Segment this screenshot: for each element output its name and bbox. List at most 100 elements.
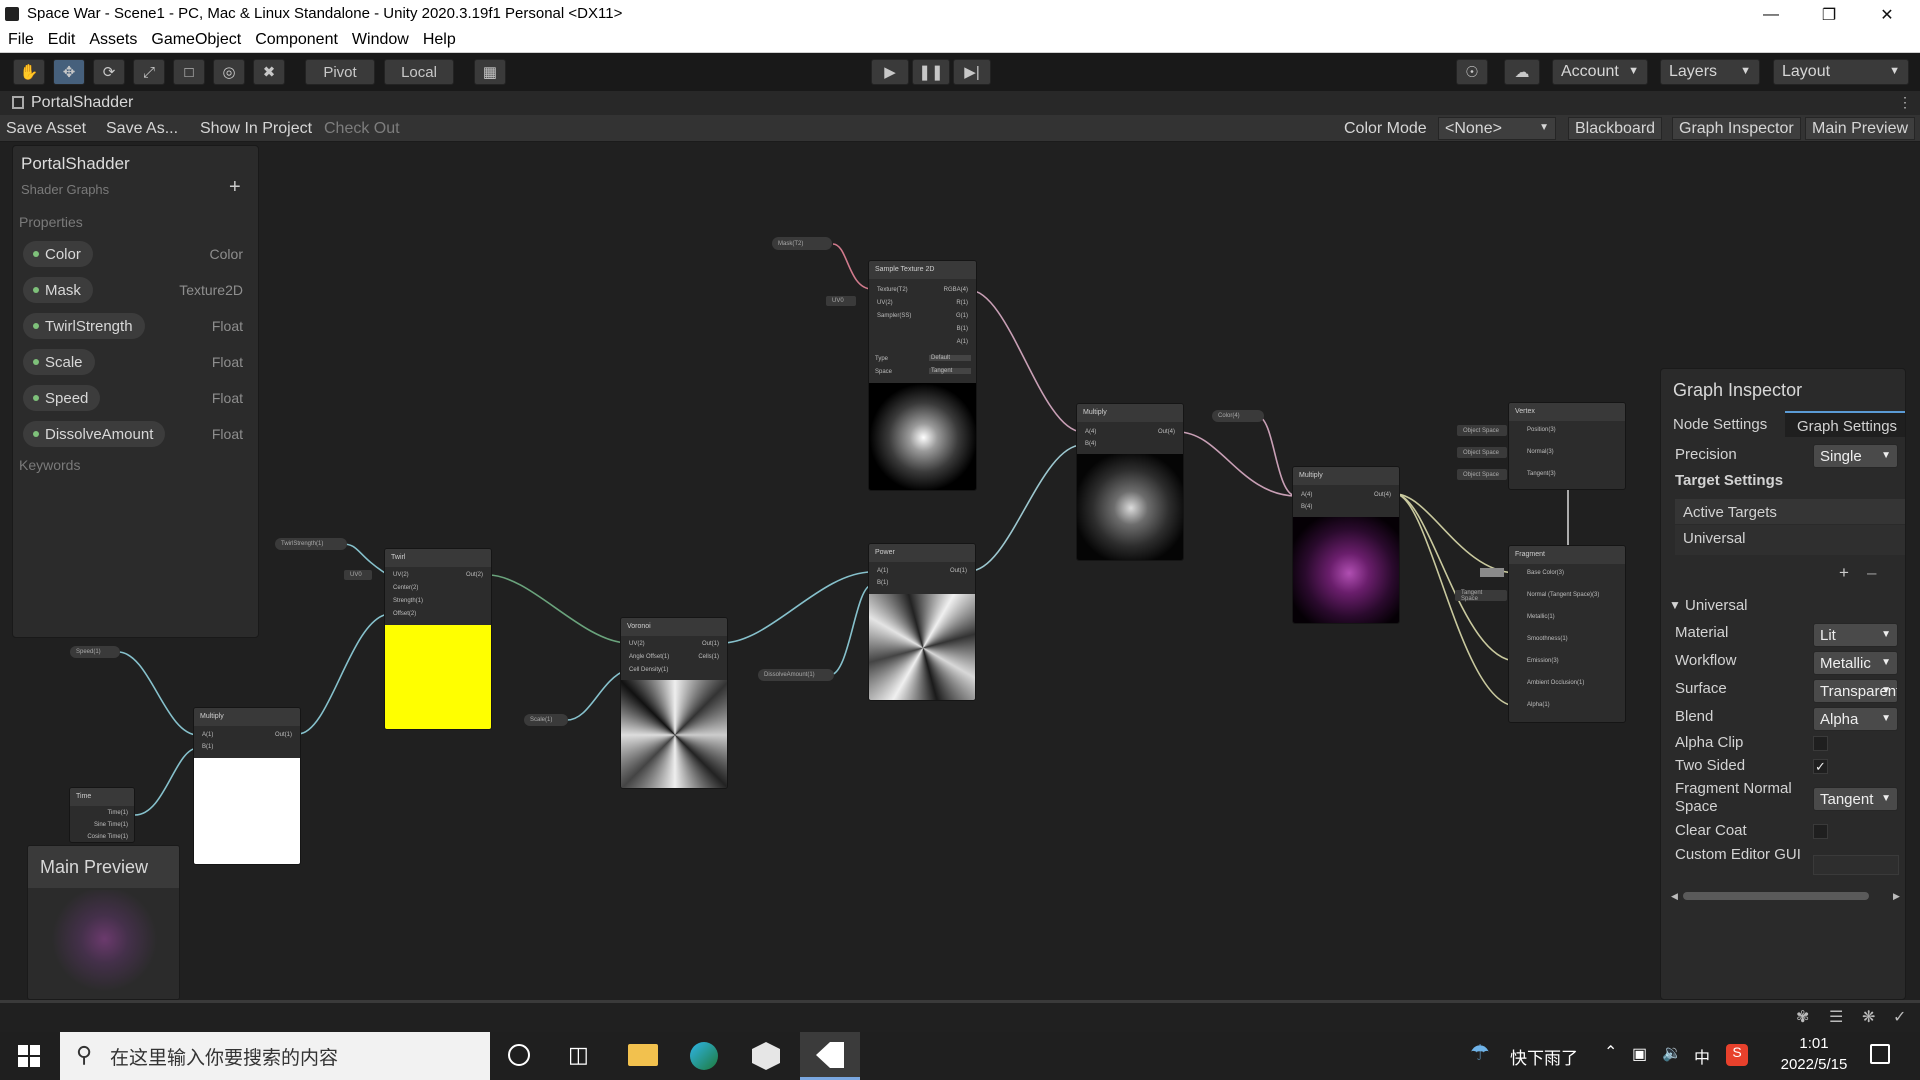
port-sine-time[interactable]: Sine Time(1) xyxy=(94,822,128,828)
time-node[interactable]: Time Time(1) Sine Time(1) Cosine Time(1) xyxy=(69,787,135,843)
port-alpha[interactable]: Alpha(1) xyxy=(1527,702,1550,708)
clear-coat-checkbox[interactable] xyxy=(1813,824,1828,839)
port-b[interactable]: B(1) xyxy=(202,744,213,750)
port-center[interactable]: Center(2) xyxy=(393,585,418,591)
volume-icon[interactable]: 🔉 xyxy=(1662,1043,1682,1063)
port-emission[interactable]: Emission(3) xyxy=(1527,658,1559,664)
notification-center-icon[interactable] xyxy=(1870,1044,1890,1064)
tab-graph-settings[interactable]: Graph Settings xyxy=(1785,411,1905,437)
multiply-node-c[interactable]: Multiply A(1) B(1) Out(1) xyxy=(193,707,301,865)
material-dropdown[interactable]: Lit ▼ xyxy=(1813,623,1898,647)
workflow-dropdown[interactable]: Metallic ▼ xyxy=(1813,651,1898,675)
port-texture[interactable]: Texture(T2) xyxy=(877,287,908,293)
edge-browser-icon[interactable] xyxy=(690,1042,718,1070)
port-b[interactable]: B(1) xyxy=(957,326,968,332)
port-cosine-time[interactable]: Cosine Time(1) xyxy=(87,834,128,840)
port-offset[interactable]: Offset(2) xyxy=(393,611,416,617)
clock-time[interactable]: 1:01 xyxy=(1784,1035,1844,1052)
task-view-icon[interactable]: ◫ xyxy=(568,1042,589,1068)
sogou-input-icon[interactable]: S xyxy=(1726,1044,1748,1066)
space-dropdown[interactable]: Tangent xyxy=(929,368,971,374)
main-preview-panel[interactable]: Main Preview xyxy=(27,845,180,1000)
port-g[interactable]: G(1) xyxy=(956,313,968,319)
property-dissolveamount[interactable]: DissolveAmount xyxy=(23,421,166,447)
network-icon[interactable]: ❋ xyxy=(1862,1007,1875,1027)
two-sided-checkbox[interactable]: ✓ xyxy=(1813,759,1828,774)
uv0-input[interactable]: UV0 xyxy=(826,296,856,306)
port-cell-density[interactable]: Cell Density(1) xyxy=(629,667,668,673)
port-b[interactable]: B(4) xyxy=(1085,441,1096,447)
port-r[interactable]: R(1) xyxy=(956,300,968,306)
port-cells[interactable]: Cells(1) xyxy=(698,654,719,660)
port-angle-offset[interactable]: Angle Offset(1) xyxy=(629,654,669,660)
sample-texture-2d-node[interactable]: Sample Texture 2D Texture(T2) UV(2) Samp… xyxy=(868,260,977,491)
port-a[interactable]: A(1) xyxy=(957,339,968,345)
port-a[interactable]: A(4) xyxy=(1301,492,1312,498)
file-explorer-icon[interactable] xyxy=(628,1044,658,1066)
fragment-block[interactable]: Fragment Base Color(3) Normal (Tangent S… xyxy=(1508,545,1626,723)
port-position[interactable]: Position(3) xyxy=(1527,427,1556,433)
voronoi-node[interactable]: Voronoi UV(2) Angle Offset(1) Cell Densi… xyxy=(620,617,728,789)
fragment-normal-space-dropdown[interactable]: Tangent ▼ xyxy=(1813,787,1898,811)
port-out[interactable]: Out(1) xyxy=(702,641,719,647)
active-target-universal[interactable]: Universal xyxy=(1675,525,1905,555)
port-a[interactable]: A(1) xyxy=(202,732,213,738)
tangent-space-field[interactable]: Tangent Space xyxy=(1455,590,1507,602)
add-target-button[interactable]: + xyxy=(1839,563,1849,583)
port-strength[interactable]: Strength(1) xyxy=(393,598,423,604)
port-a[interactable]: A(1) xyxy=(877,568,888,574)
surface-dropdown[interactable]: Transparent ▼ xyxy=(1813,679,1898,703)
mask-property-node[interactable]: Mask(T2) xyxy=(772,237,832,250)
alpha-clip-checkbox[interactable] xyxy=(1813,736,1828,751)
property-color[interactable]: Color xyxy=(23,241,93,267)
network-tray-icon[interactable]: ▣ xyxy=(1632,1044,1647,1064)
scroll-left-icon[interactable]: ◀ xyxy=(1671,891,1678,902)
dissolveamount-property-node[interactable]: DissolveAmount(1) xyxy=(758,669,834,681)
color-property-node[interactable]: Color(4) xyxy=(1212,410,1264,422)
multiply-node-b[interactable]: Multiply A(4) B(4) Out(4) xyxy=(1292,466,1400,624)
horizontal-scrollbar[interactable]: ◀ ▶ xyxy=(1671,891,1903,901)
tray-chevron-up-icon[interactable]: ⌃ xyxy=(1604,1042,1617,1062)
universal-foldout-icon[interactable]: ▼ xyxy=(1669,598,1681,612)
speed-property-node[interactable]: Speed(1) xyxy=(70,646,120,658)
windows-start-icon[interactable] xyxy=(18,1045,40,1067)
object-space-field[interactable]: Object Space xyxy=(1457,447,1507,458)
remove-target-button[interactable]: – xyxy=(1867,563,1876,583)
unity-hub-icon[interactable] xyxy=(752,1042,780,1070)
port-b[interactable]: B(1) xyxy=(877,580,888,586)
port-sampler[interactable]: Sampler(SS) xyxy=(877,313,911,319)
port-b[interactable]: B(4) xyxy=(1301,504,1312,510)
port-smoothness[interactable]: Smoothness(1) xyxy=(1527,636,1568,642)
port-normal-tangent[interactable]: Normal (Tangent Space)(3) xyxy=(1527,592,1599,598)
base-color-swatch[interactable] xyxy=(1480,568,1504,577)
port-uv[interactable]: UV(2) xyxy=(393,572,409,578)
tab-node-settings[interactable]: Node Settings xyxy=(1661,411,1785,437)
port-tangent[interactable]: Tangent(3) xyxy=(1527,471,1556,477)
port-rgba[interactable]: RGBA(4) xyxy=(944,287,968,293)
property-scale[interactable]: Scale xyxy=(23,349,95,375)
uv0-input[interactable]: UV0 xyxy=(344,570,372,580)
port-base-color[interactable]: Base Color(3) xyxy=(1527,570,1564,576)
ime-indicator[interactable]: 中 xyxy=(1694,1044,1710,1068)
bug-icon[interactable]: ✾ xyxy=(1796,1007,1809,1027)
custom-editor-gui-field[interactable] xyxy=(1813,855,1899,875)
port-uv[interactable]: UV(2) xyxy=(629,641,645,647)
weather-text[interactable]: 快下雨了 xyxy=(1510,1044,1578,1069)
port-uv[interactable]: UV(2) xyxy=(877,300,893,306)
port-out[interactable]: Out(4) xyxy=(1374,492,1391,498)
cortana-icon[interactable] xyxy=(508,1044,530,1066)
scale-property-node[interactable]: Scale(1) xyxy=(524,714,568,726)
vertex-block[interactable]: Vertex Position(3) Normal(3) Tangent(3) xyxy=(1508,402,1626,490)
property-twirlstrength[interactable]: TwirlStrength xyxy=(23,313,145,339)
taskbar-search-box[interactable]: ⚲ 在这里输入你要搜索的内容 xyxy=(60,1032,490,1080)
port-out[interactable]: Out(4) xyxy=(1158,429,1175,435)
port-a[interactable]: A(4) xyxy=(1085,429,1096,435)
port-out[interactable]: Out(2) xyxy=(466,572,483,578)
add-property-button[interactable]: + xyxy=(229,176,241,199)
port-time[interactable]: Time(1) xyxy=(108,810,128,816)
layers-stack-icon[interactable]: ☰ xyxy=(1829,1007,1843,1027)
port-ambient-occlusion[interactable]: Ambient Occlusion(1) xyxy=(1527,680,1584,686)
scrollbar-thumb[interactable] xyxy=(1683,892,1869,900)
property-mask[interactable]: Mask xyxy=(23,277,93,303)
property-speed[interactable]: Speed xyxy=(23,385,101,411)
